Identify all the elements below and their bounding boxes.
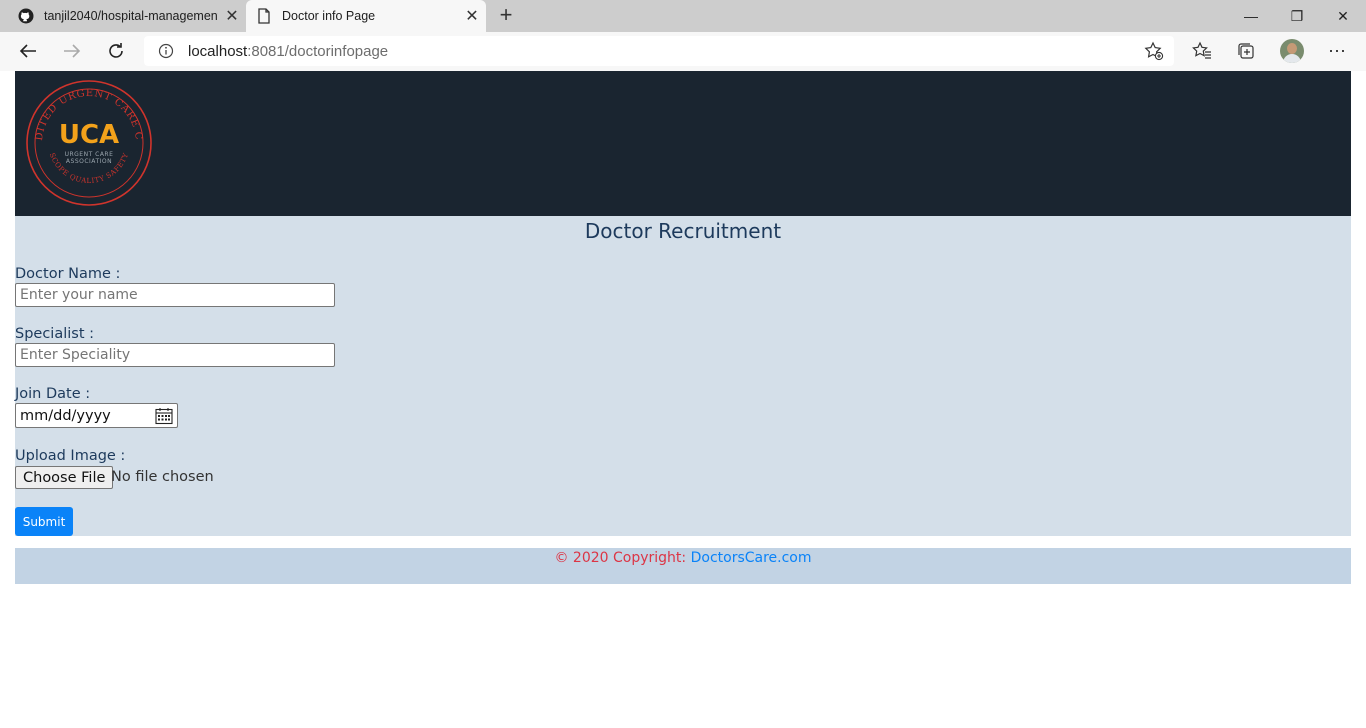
page-title: Doctor Recruitment — [584, 219, 782, 243]
doctor-name-label: Doctor Name : — [15, 266, 121, 282]
url-host: localhost — [188, 42, 248, 60]
doctor-name-input[interactable]: Enter your name — [15, 283, 335, 307]
logo-line2: ASSOCIATION — [66, 158, 112, 165]
collections-icon[interactable] — [1231, 37, 1261, 65]
footer-link[interactable]: DoctorsCare.com — [691, 550, 812, 566]
logo-line1: URGENT CARE — [65, 151, 114, 158]
github-icon — [18, 8, 34, 24]
minimize-icon[interactable]: — — [1228, 0, 1274, 32]
specialist-label: Specialist : — [15, 326, 95, 342]
reload-icon[interactable] — [101, 37, 131, 65]
page-icon — [256, 8, 272, 24]
join-date-label: Join Date : — [15, 386, 91, 402]
specialist-input[interactable]: Enter Speciality — [15, 343, 335, 367]
avatar — [1280, 39, 1304, 63]
address-bar[interactable]: localhost :8081/doctorinfopage — [144, 36, 1174, 66]
tab-title: tanjil2040/hospital-management — [44, 9, 218, 23]
logo-mark: UCA — [59, 120, 119, 150]
back-icon[interactable] — [13, 37, 43, 65]
tab-github[interactable]: tanjil2040/hospital-management ✕ — [8, 0, 246, 32]
tab-bar: tanjil2040/hospital-management ✕ Doctor … — [0, 0, 1366, 32]
choose-file-button[interactable]: Choose File — [15, 466, 114, 489]
join-date-input[interactable]: mm/dd/yyyy — [15, 403, 178, 428]
browser-toolbar: localhost :8081/doctorinfopage ⋯ — [0, 32, 1366, 72]
forward-icon[interactable] — [57, 37, 87, 65]
more-icon[interactable]: ⋯ — [1322, 37, 1352, 65]
site-header: ACCREDITED URGENT CARE CENTER SCOPE QUAL… — [15, 71, 1351, 216]
url-path: :8081/doctorinfopage — [247, 42, 389, 60]
add-favorite-icon[interactable] — [1144, 41, 1164, 66]
info-icon[interactable] — [156, 43, 176, 59]
calendar-icon[interactable] — [155, 407, 173, 429]
profile-avatar[interactable] — [1277, 37, 1307, 65]
tab-title: Doctor info Page — [282, 9, 376, 23]
new-tab-icon[interactable]: + — [494, 4, 518, 28]
favorites-icon[interactable] — [1187, 37, 1217, 65]
site-footer: © 2020 Copyright: DoctorsCare.com — [15, 548, 1351, 584]
submit-button[interactable]: Submit — [15, 507, 73, 536]
file-status: No file chosen — [111, 469, 214, 485]
recruitment-form: Doctor Recruitment Doctor Name : Enter y… — [15, 216, 1351, 536]
page: ACCREDITED URGENT CARE CENTER SCOPE QUAL… — [0, 71, 1366, 728]
date-value: mm/dd/yyyy — [20, 407, 111, 424]
tab-doctor-info[interactable]: Doctor info Page ✕ — [246, 0, 486, 32]
copyright-text: © 2020 Copyright: — [554, 550, 687, 566]
close-icon[interactable]: ✕ — [218, 6, 246, 26]
restore-icon[interactable]: ❐ — [1274, 0, 1320, 32]
upload-image-label: Upload Image : — [15, 448, 126, 464]
uca-logo: ACCREDITED URGENT CARE CENTER SCOPE QUAL… — [25, 79, 152, 206]
window-close-icon[interactable]: ✕ — [1320, 0, 1366, 32]
close-icon[interactable]: ✕ — [458, 6, 486, 26]
